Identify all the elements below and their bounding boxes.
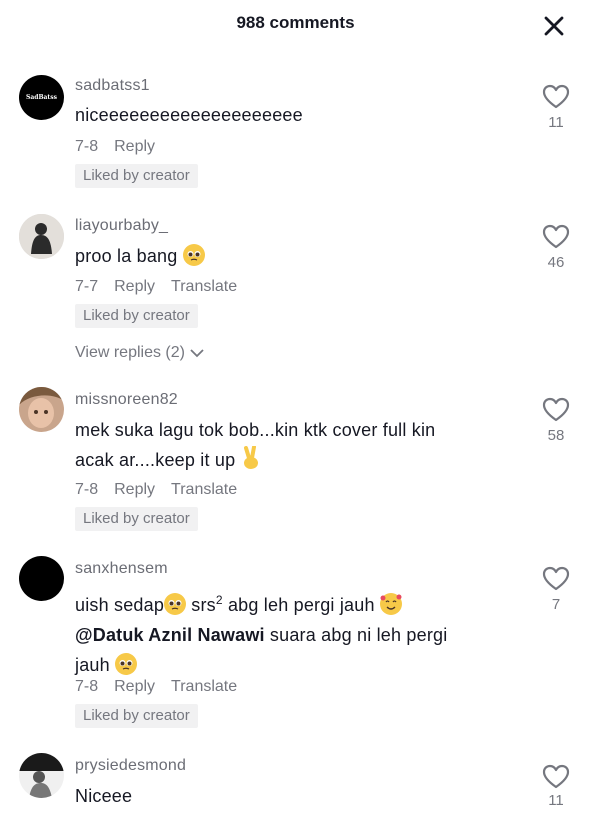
avatar[interactable] (19, 753, 64, 798)
like-button[interactable]: 11 (541, 84, 571, 131)
pleading-face-emoji (182, 244, 205, 266)
comment-meta: 7-8 Reply Translate (75, 481, 237, 499)
comment-username[interactable]: prysiedesmond (75, 757, 186, 775)
comment-text-content: proo la bang (75, 246, 178, 266)
comment-text-line: acak ar....keep it up (75, 445, 515, 475)
heart-icon (542, 397, 570, 422)
comment-username[interactable]: sadbatss1 (75, 77, 150, 95)
comment-text: uish sedap srs2 abg leh pergi jauh @Datu… (75, 585, 515, 680)
pleading-face-emoji (115, 653, 138, 675)
like-count: 11 (548, 792, 564, 809)
comment-text: proo la bang (75, 241, 515, 271)
like-button[interactable]: 11 (541, 764, 571, 809)
comment-text-line: @Datuk Aznil Nawawi suara abg ni leh per… (75, 620, 515, 650)
like-button[interactable]: 46 (541, 224, 571, 271)
avatar-photo (19, 214, 64, 259)
comment-text-content: uish sedap (75, 595, 165, 615)
comment-text-line: jauh (75, 650, 515, 680)
view-replies-button[interactable]: View replies (2) (75, 344, 205, 362)
comment-username[interactable]: missnoreen82 (75, 391, 178, 409)
comment-text-content: abg leh pergi jauh (222, 595, 375, 615)
comment-text-line: mek suka lagu tok bob...kin ktk cover fu… (75, 420, 436, 440)
avatar-photo (19, 753, 64, 798)
liked-by-creator-badge: Liked by creator (75, 507, 198, 531)
avatar-photo (19, 387, 64, 432)
comment-text-content: acak ar....keep it up (75, 450, 236, 470)
avatar-label: SadBatss (26, 94, 57, 101)
comment-text: Niceee (75, 786, 133, 806)
like-count: 58 (547, 427, 565, 444)
comment-text: niceeeeeeeeeeeeeeeeeeee (75, 105, 303, 125)
comment-meta: 7-8 Reply (75, 138, 155, 156)
reply-button[interactable]: Reply (114, 678, 155, 696)
liked-by-creator-badge: Liked by creator (75, 164, 198, 188)
comment-meta: 7-8 Reply Translate (75, 678, 237, 696)
comment-date: 7-7 (75, 278, 99, 295)
like-button[interactable]: 58 (541, 397, 571, 444)
mention-link[interactable]: @Datuk Aznil Nawawi (75, 625, 265, 645)
like-count: 11 (548, 114, 564, 131)
reply-button[interactable]: Reply (114, 481, 155, 499)
avatar[interactable] (19, 387, 64, 432)
like-count: 7 (551, 596, 561, 613)
heart-icon (542, 84, 570, 109)
comment-date: 7-8 (75, 138, 99, 155)
comment-date: 7-8 (75, 481, 99, 498)
comment-text-line: uish sedap srs2 abg leh pergi jauh (75, 585, 515, 620)
victory-hand-emoji (241, 445, 263, 469)
heart-icon (542, 224, 570, 249)
comment-text-content: suara abg ni leh pergi (264, 625, 448, 645)
comment-username[interactable]: sanxhensem (75, 560, 168, 578)
superscript: 2 (215, 593, 223, 607)
avatar[interactable]: SadBatss (19, 75, 64, 120)
translate-button[interactable]: Translate (171, 481, 237, 499)
like-button[interactable]: 7 (541, 566, 571, 613)
comment-text-content: srs (186, 595, 216, 615)
smiling-face-with-hearts-emoji (379, 593, 402, 615)
reply-button[interactable]: Reply (114, 278, 155, 296)
liked-by-creator-badge: Liked by creator (75, 304, 198, 328)
translate-button[interactable]: Translate (171, 678, 237, 696)
view-replies-label: View replies (2) (75, 344, 185, 361)
comment-text-content: jauh (75, 655, 110, 675)
chevron-down-icon (190, 349, 204, 358)
comment-text: mek suka lagu tok bob...kin ktk cover fu… (75, 415, 515, 475)
heart-icon (542, 764, 570, 789)
pleading-face-emoji (164, 593, 187, 615)
avatar[interactable] (19, 214, 64, 259)
reply-button[interactable]: Reply (114, 138, 155, 156)
translate-button[interactable]: Translate (171, 278, 237, 296)
heart-icon (542, 566, 570, 591)
avatar[interactable] (19, 556, 64, 601)
liked-by-creator-badge: Liked by creator (75, 704, 198, 728)
comment-list: SadBatss sadbatss1 niceeeeeeeeeeeeeeeeee… (0, 0, 591, 815)
comment-username[interactable]: liayourbaby_ (75, 217, 168, 235)
comment-date: 7-8 (75, 678, 99, 695)
comment-meta: 7-7 Reply Translate (75, 278, 237, 296)
like-count: 46 (547, 254, 565, 271)
